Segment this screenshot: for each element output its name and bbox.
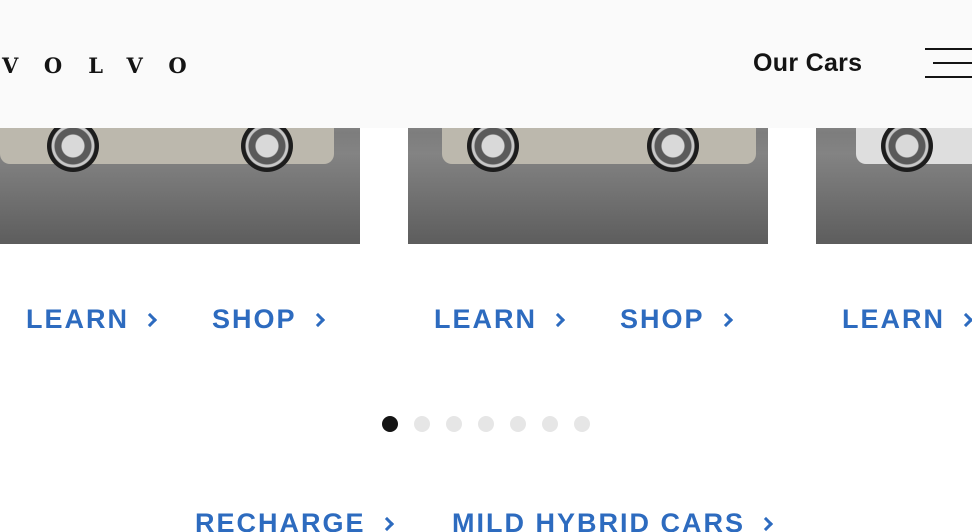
learn-label: LEARN <box>434 304 537 334</box>
shop-link[interactable]: SHOP <box>212 304 325 335</box>
carousel-dot[interactable] <box>510 416 526 432</box>
learn-link[interactable]: LEARN <box>434 304 566 335</box>
recharge-link[interactable]: RECHARGE <box>195 508 394 532</box>
learn-link[interactable]: LEARN <box>842 304 972 335</box>
recharge-label: RECHARGE <box>195 508 366 532</box>
volvo-logo[interactable]: VOLVO <box>2 53 213 78</box>
showroom-floor <box>408 154 768 244</box>
carousel-dot[interactable] <box>574 416 590 432</box>
mild-hybrid-link[interactable]: MILD HYBRID CARS <box>452 508 774 532</box>
chevron-right-icon <box>142 312 158 328</box>
carousel-dot[interactable] <box>542 416 558 432</box>
category-links: RECHARGE MILD HYBRID CARS <box>0 508 972 532</box>
shop-label: SHOP <box>620 304 705 334</box>
site-header: VOLVO Our Cars <box>0 0 972 128</box>
chevron-right-icon <box>379 516 394 532</box>
hamburger-menu-icon[interactable] <box>925 46 972 78</box>
shop-label: SHOP <box>212 304 297 334</box>
menu-bar <box>925 48 972 50</box>
showroom-floor <box>0 154 360 244</box>
menu-bar <box>933 62 972 64</box>
carousel-dot[interactable] <box>446 416 462 432</box>
learn-label: LEARN <box>26 304 129 334</box>
shop-link[interactable]: SHOP <box>620 304 733 335</box>
chevron-right-icon <box>550 312 566 328</box>
chevron-right-icon <box>310 312 325 328</box>
menu-bar <box>925 76 972 78</box>
carousel-dot[interactable] <box>382 416 398 432</box>
chevron-right-icon <box>758 516 774 532</box>
carousel-dot[interactable] <box>478 416 494 432</box>
carousel-dot[interactable] <box>414 416 430 432</box>
chevron-right-icon <box>958 312 972 328</box>
chevron-right-icon <box>718 312 733 328</box>
learn-label: LEARN <box>842 304 945 334</box>
our-cars-link[interactable]: Our Cars <box>753 49 862 78</box>
mild-hybrid-label: MILD HYBRID CARS <box>452 508 745 532</box>
learn-link[interactable]: LEARN <box>26 304 158 335</box>
